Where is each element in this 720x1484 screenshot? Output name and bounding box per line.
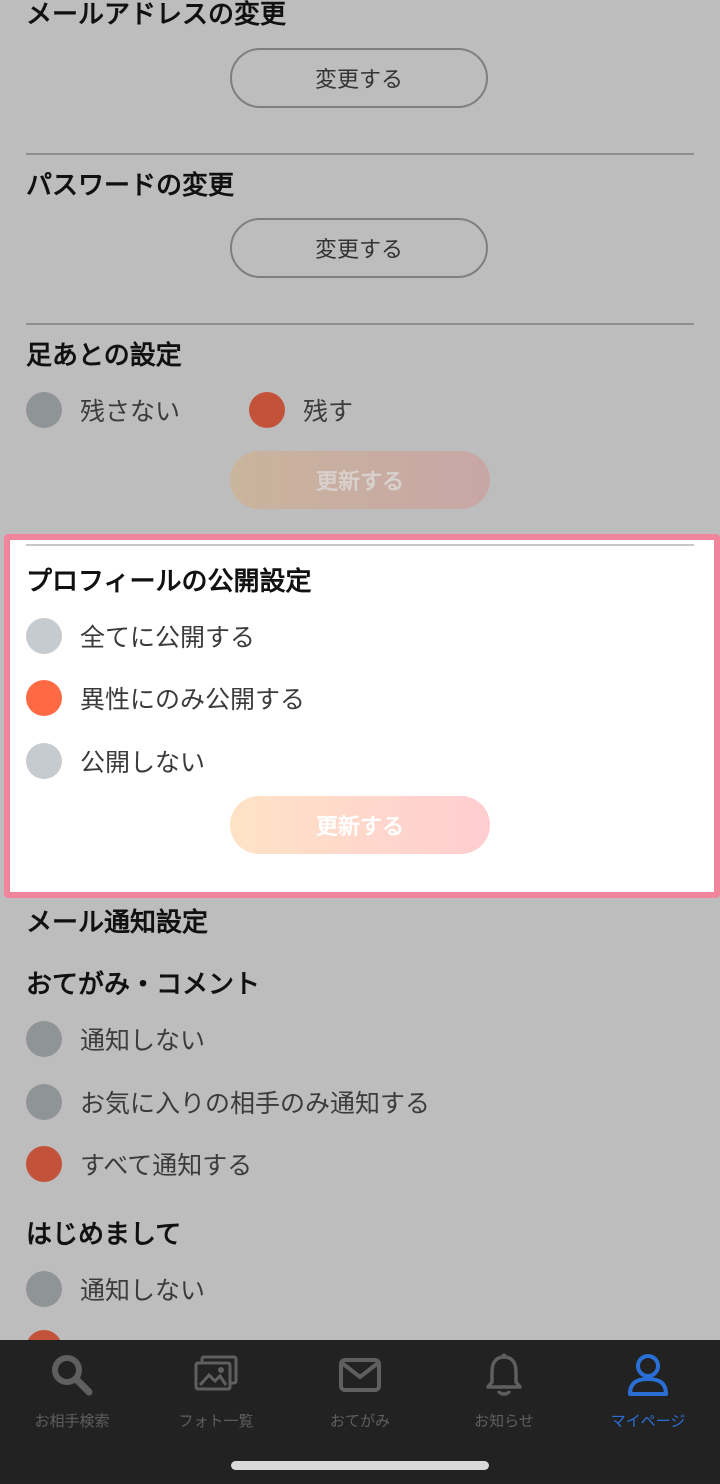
footprint-option-none[interactable]: 残さない: [26, 392, 180, 428]
otegami-option-all[interactable]: すべて通知する: [26, 1146, 252, 1182]
radio-label: 公開しない: [80, 748, 206, 777]
password-change-title: パスワードの変更: [26, 171, 235, 201]
profile-visibility-panel: プロフィールの公開設定 全てに公開する 異性にのみ公開する 公開しない 更新する: [4, 534, 720, 898]
radio-unselected[interactable]: [26, 392, 62, 428]
radio-unselected[interactable]: [26, 743, 62, 779]
radio-unselected[interactable]: [26, 1271, 62, 1307]
radio-label: 通知しない: [80, 1026, 206, 1055]
footprint-option-leave[interactable]: 残す: [249, 392, 353, 428]
radio-label: 残す: [303, 397, 354, 426]
tab-label: お知らせ: [474, 1412, 534, 1430]
visibility-option-all[interactable]: 全てに公開する: [26, 618, 255, 654]
footprint-update-button[interactable]: 更新する: [230, 451, 490, 509]
photos-icon: [191, 1350, 241, 1400]
radio-selected[interactable]: [26, 1146, 62, 1182]
mail-icon: [335, 1350, 385, 1400]
divider: [26, 153, 694, 155]
otegami-option-none[interactable]: 通知しない: [26, 1021, 205, 1057]
visibility-option-private[interactable]: 公開しない: [26, 743, 205, 779]
tab-photos[interactable]: フォト一覧: [144, 1350, 288, 1440]
home-indicator: [231, 1461, 489, 1470]
search-icon: [47, 1350, 97, 1400]
bell-icon: [479, 1350, 529, 1400]
tab-search[interactable]: お相手検索: [0, 1350, 144, 1440]
tab-label: お相手検索: [34, 1412, 110, 1430]
radio-unselected[interactable]: [26, 1084, 62, 1120]
otegami-comment-title: おてがみ・コメント: [26, 970, 261, 1000]
hajimemashite-title: はじめまして: [26, 1220, 182, 1250]
radio-label: 残さない: [80, 397, 181, 426]
otegami-option-favorites[interactable]: お気に入りの相手のみ通知する: [26, 1084, 430, 1120]
footprint-title: 足あとの設定: [26, 341, 182, 371]
profile-visibility-title: プロフィールの公開設定: [26, 567, 312, 597]
tab-label: マイページ: [610, 1412, 686, 1430]
radio-label: すべて通知する: [80, 1151, 253, 1180]
password-change-button[interactable]: 変更する: [230, 218, 488, 278]
profile-visibility-update-button[interactable]: 更新する: [230, 796, 490, 854]
email-change-button[interactable]: 変更する: [230, 48, 488, 108]
radio-label: 通知しない: [80, 1276, 206, 1305]
radio-unselected[interactable]: [26, 1021, 62, 1057]
tab-label: おてがみ: [329, 1412, 390, 1430]
tab-label: フォト一覧: [178, 1412, 254, 1430]
tab-mypage[interactable]: マイページ: [576, 1350, 720, 1440]
tab-notifications[interactable]: お知らせ: [432, 1350, 576, 1440]
radio-selected[interactable]: [249, 392, 285, 428]
divider: [26, 544, 694, 546]
user-icon: [623, 1350, 673, 1400]
email-change-title: メールアドレスの変更: [26, 0, 287, 30]
divider: [26, 323, 694, 325]
tab-otegami[interactable]: おてがみ: [288, 1350, 432, 1440]
hajimemashite-option-none[interactable]: 通知しない: [26, 1271, 205, 1307]
mail-notification-title: メール通知設定: [26, 908, 209, 938]
visibility-option-opposite-sex[interactable]: 異性にのみ公開する: [26, 680, 305, 716]
radio-label: 異性にのみ公開する: [80, 685, 306, 714]
radio-label: お気に入りの相手のみ通知する: [80, 1089, 431, 1118]
radio-label: 全てに公開する: [80, 623, 256, 652]
radio-unselected[interactable]: [26, 618, 62, 654]
radio-selected[interactable]: [26, 680, 62, 716]
